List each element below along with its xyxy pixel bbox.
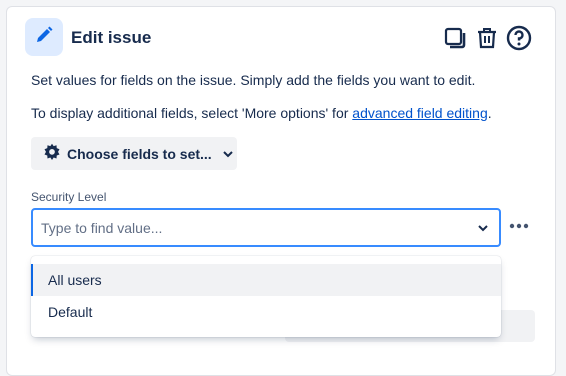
security-level-select[interactable] <box>31 208 501 247</box>
description-line-2: To display additional fields, select 'Mo… <box>31 105 492 121</box>
copy-icon[interactable] <box>441 24 469 52</box>
chevron-down-icon <box>222 148 234 160</box>
choose-fields-label: Choose fields to set... <box>67 145 212 162</box>
description-period: . <box>487 105 492 121</box>
pencil-icon-badge <box>25 18 63 56</box>
option-default[interactable]: Default <box>31 296 501 328</box>
pencil-icon <box>34 25 54 50</box>
description-line-1: Set values for fields on the issue. Simp… <box>31 72 476 88</box>
panel-title: Edit issue <box>71 28 152 47</box>
trash-icon[interactable] <box>473 24 501 52</box>
description-text: To display additional fields, select 'Mo… <box>31 105 353 121</box>
advanced-field-editing-link[interactable]: advanced field editing <box>352 105 487 121</box>
help-icon[interactable] <box>505 24 533 52</box>
more-icon <box>509 216 529 234</box>
chevron-down-icon[interactable] <box>477 222 489 234</box>
more-options-button[interactable] <box>507 213 531 237</box>
security-level-dropdown: All users Default <box>31 256 501 337</box>
choose-fields-button[interactable]: Choose fields to set... <box>31 137 237 170</box>
security-level-label: Security Level <box>31 190 107 204</box>
option-all-users[interactable]: All users <box>31 264 501 296</box>
gear-icon <box>43 143 61 164</box>
security-level-input[interactable] <box>41 219 461 236</box>
